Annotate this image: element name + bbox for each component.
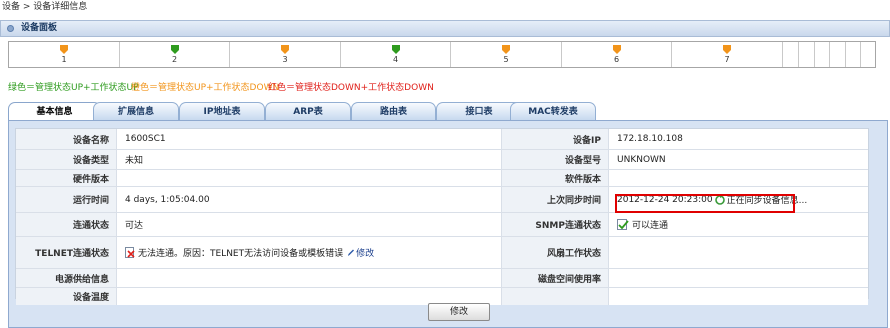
info-row: 设备类型 未知 设备型号 UNKNOWN bbox=[16, 150, 868, 170]
port-5[interactable]: 5 bbox=[451, 42, 562, 67]
power-supply-value bbox=[116, 269, 501, 287]
port-slot-empty bbox=[799, 42, 815, 67]
power-supply-label: 电源供给信息 bbox=[16, 269, 116, 287]
telnet-connectivity-value: 无法连通。原因：TELNET无法访问设备或模板错误 修改 bbox=[116, 237, 501, 268]
port-slot-empty bbox=[846, 42, 861, 67]
port-number: 5 bbox=[503, 55, 509, 64]
info-row: 连通状态 可达 SNMP连通状态 可以连通 bbox=[16, 213, 868, 237]
telnet-connectivity-label: TELNET连通状态 bbox=[16, 237, 116, 268]
check-ok-icon bbox=[617, 218, 629, 230]
port-panel: 1 2 3 4 5 6 7 bbox=[8, 41, 876, 68]
software-version-value bbox=[608, 170, 868, 186]
tab-extended-info[interactable]: 扩展信息 bbox=[93, 102, 179, 120]
port-status-green-icon bbox=[391, 45, 400, 54]
tab-arp-table[interactable]: ARP表 bbox=[265, 102, 351, 120]
legend-red: 红色＝管理状态DOWN+工作状态DOWN bbox=[268, 83, 434, 93]
panel-title: 设备面板 bbox=[21, 23, 58, 33]
port-number: 7 bbox=[724, 55, 730, 64]
pencil-edit-icon[interactable] bbox=[347, 248, 355, 257]
empty-label bbox=[501, 288, 608, 305]
disk-usage-value bbox=[608, 269, 868, 287]
empty-value bbox=[608, 288, 868, 305]
fan-status-label: 风扇工作状态 bbox=[501, 237, 608, 268]
telnet-status-text: 无法连通。原因：TELNET无法访问设备或模板错误 bbox=[138, 249, 344, 259]
error-x-icon bbox=[125, 247, 135, 258]
tab-ip-address-table[interactable]: IP地址表 bbox=[179, 102, 265, 120]
device-name-label: 设备名称 bbox=[16, 129, 116, 149]
temperature-label: 设备温度 bbox=[16, 288, 116, 305]
port-6[interactable]: 6 bbox=[562, 42, 672, 67]
tab-bar: 基本信息 扩展信息 IP地址表 ARP表 路由表 接口表 MAC转发表 bbox=[0, 102, 890, 121]
uptime-value: 4 days, 1:05:04.00 bbox=[116, 187, 501, 212]
info-row: 设备名称 1600SC1 设备IP 172.18.10.108 bbox=[16, 129, 868, 150]
breadcrumb: 设备 > 设备详细信息 bbox=[0, 0, 890, 15]
device-model-label: 设备型号 bbox=[501, 150, 608, 169]
port-7[interactable]: 7 bbox=[672, 42, 783, 67]
basic-info-panel: 设备名称 1600SC1 设备IP 172.18.10.108 设备类型 未知 … bbox=[8, 120, 888, 328]
device-ip-label: 设备IP bbox=[501, 129, 608, 149]
port-slot-empty bbox=[783, 42, 799, 67]
edit-telnet-link[interactable]: 修改 bbox=[356, 246, 374, 259]
port-status-orange-icon bbox=[723, 45, 731, 54]
device-ip-value: 172.18.10.108 bbox=[608, 129, 868, 149]
fan-status-value bbox=[608, 237, 868, 268]
port-number: 2 bbox=[171, 55, 178, 64]
port-number: 3 bbox=[282, 55, 288, 64]
port-4[interactable]: 4 bbox=[341, 42, 451, 67]
device-name-value: 1600SC1 bbox=[116, 129, 501, 149]
port-slot-empty bbox=[815, 42, 830, 67]
sync-highlight-box bbox=[615, 194, 795, 213]
port-status-orange-icon bbox=[281, 45, 289, 54]
tab-routing-table[interactable]: 路由表 bbox=[351, 102, 436, 120]
info-grid: 设备名称 1600SC1 设备IP 172.18.10.108 设备类型 未知 … bbox=[15, 128, 869, 305]
connectivity-value: 可达 bbox=[116, 213, 501, 236]
uptime-label: 运行时间 bbox=[16, 187, 116, 212]
device-type-label: 设备类型 bbox=[16, 150, 116, 169]
port-status-orange-icon bbox=[60, 45, 68, 54]
port-slot-empty bbox=[861, 42, 875, 67]
port-status-orange-icon bbox=[502, 45, 510, 54]
hardware-version-value bbox=[116, 170, 501, 186]
port-status-green-icon bbox=[170, 45, 179, 54]
info-row: 硬件版本 软件版本 bbox=[16, 170, 868, 187]
port-1[interactable]: 1 bbox=[9, 42, 120, 67]
snmp-connectivity-label: SNMP连通状态 bbox=[501, 213, 608, 236]
panel-bullet-icon bbox=[7, 25, 14, 32]
port-2[interactable]: 2 bbox=[120, 42, 230, 67]
device-panel-header: 设备面板 bbox=[0, 20, 890, 37]
info-row: 电源供给信息 磁盘空间使用率 bbox=[16, 269, 868, 288]
tab-mac-forwarding-table[interactable]: MAC转发表 bbox=[510, 102, 596, 120]
legend-green: 绿色＝管理状态UP+工作状态UP bbox=[8, 83, 139, 93]
device-type-value: 未知 bbox=[116, 150, 501, 169]
port-number: 4 bbox=[392, 55, 399, 64]
legend-orange: 橙色＝管理状态UP+工作状态DOWN bbox=[131, 83, 280, 93]
port-3[interactable]: 3 bbox=[230, 42, 341, 67]
info-row: TELNET连通状态 无法连通。原因：TELNET无法访问设备或模板错误 修改 … bbox=[16, 237, 868, 269]
port-number: 6 bbox=[613, 55, 620, 64]
modify-button[interactable]: 修改 bbox=[428, 303, 490, 321]
snmp-status-text: 可以连通 bbox=[632, 221, 669, 231]
snmp-connectivity-value: 可以连通 bbox=[608, 213, 868, 236]
disk-usage-label: 磁盘空间使用率 bbox=[501, 269, 608, 287]
port-number: 1 bbox=[61, 55, 67, 64]
hardware-version-label: 硬件版本 bbox=[16, 170, 116, 186]
last-sync-label: 上次同步时间 bbox=[501, 187, 608, 212]
tab-basic-info[interactable]: 基本信息 bbox=[8, 102, 101, 121]
port-slot-empty bbox=[830, 42, 846, 67]
software-version-label: 软件版本 bbox=[501, 170, 608, 186]
device-model-value: UNKNOWN bbox=[608, 150, 868, 169]
port-status-orange-icon bbox=[612, 45, 621, 54]
connectivity-label: 连通状态 bbox=[16, 213, 116, 236]
